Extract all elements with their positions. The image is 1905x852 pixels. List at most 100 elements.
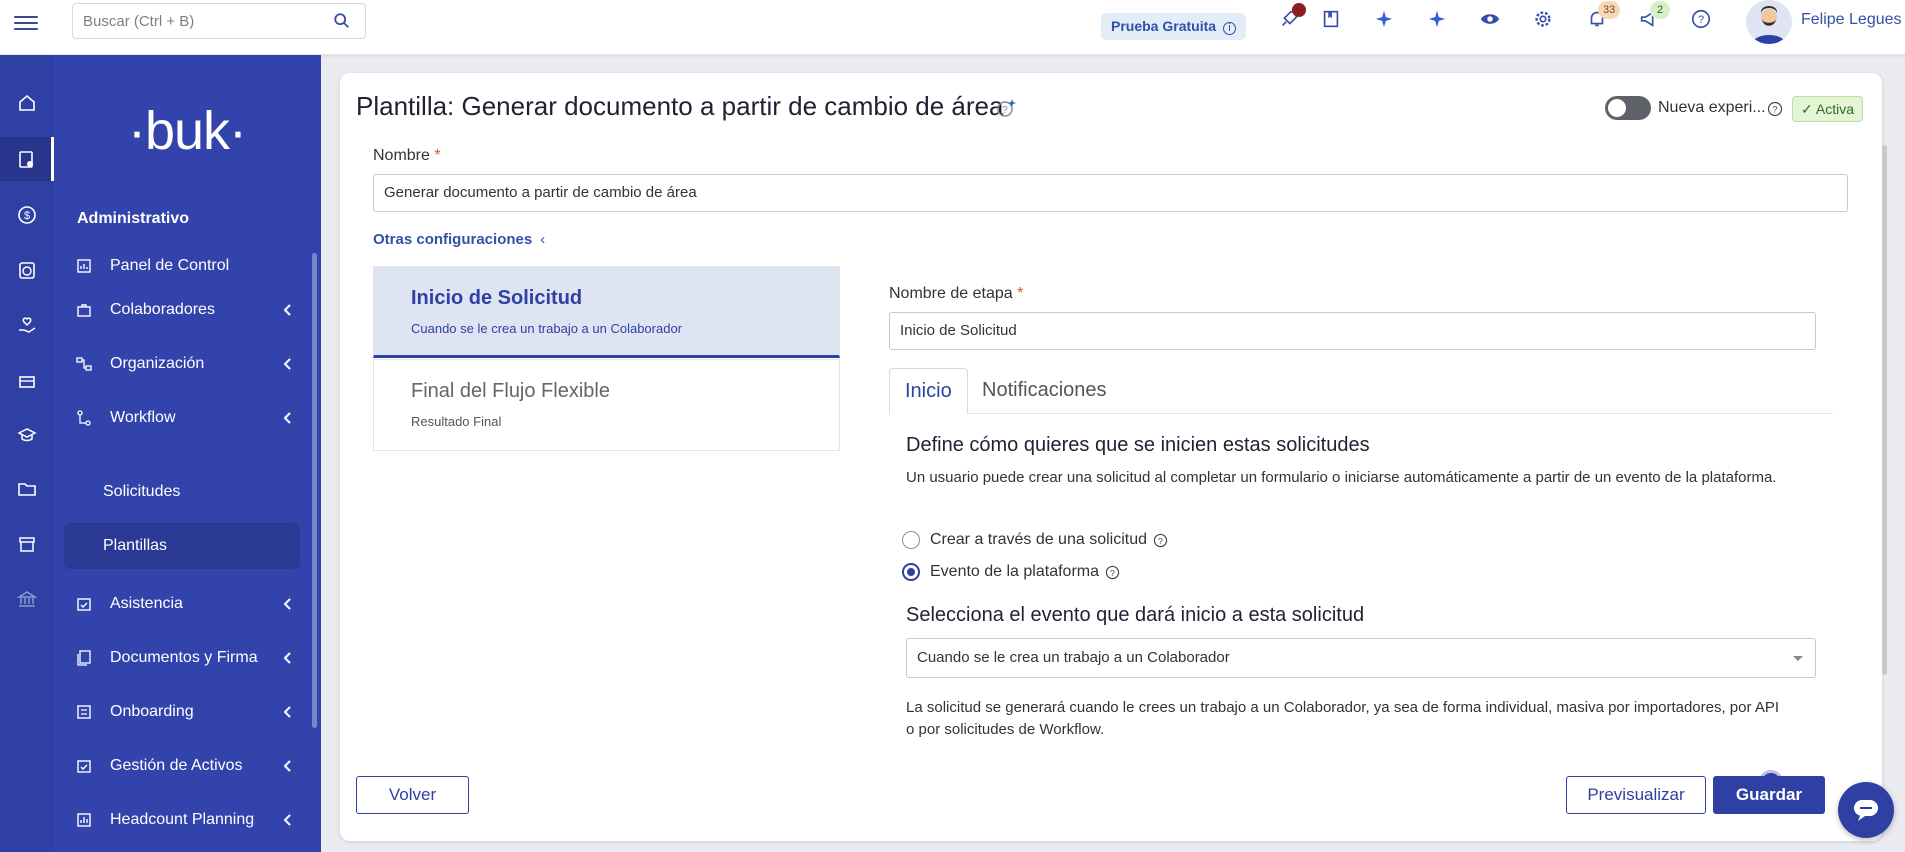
- event-description: La solicitud se generará cuando le crees…: [906, 699, 1780, 738]
- search-input[interactable]: [73, 4, 313, 38]
- sidebar-item-colaboradores[interactable]: Colaboradores: [64, 288, 304, 332]
- option-event[interactable]: Evento de la plataforma ?: [902, 563, 1120, 581]
- stage-item-inicio[interactable]: Inicio de Solicitud Cuando se le crea un…: [373, 266, 840, 358]
- help-icon[interactable]: ?: [1105, 565, 1120, 580]
- content-scrollbar[interactable]: [1882, 145, 1887, 675]
- top-bar: Prueba Gratuita i 33 2 ? Felipe Legues: [0, 0, 1905, 55]
- graduation-icon[interactable]: [0, 413, 54, 457]
- tab-inicio[interactable]: Inicio: [889, 368, 968, 414]
- other-settings-link[interactable]: Otras configuraciones ‹: [373, 231, 545, 248]
- preview-button[interactable]: Previsualizar: [1566, 776, 1706, 814]
- user-name[interactable]: Felipe Legues: [1801, 11, 1902, 29]
- stage-name: Final del Flujo Flexible: [411, 380, 610, 402]
- dollar-icon[interactable]: $: [0, 193, 54, 237]
- org-chart-icon: [76, 357, 92, 371]
- megaphone-icon[interactable]: 2: [1638, 1, 1670, 34]
- option-request-label: Crear a través de una solicitud: [930, 531, 1147, 548]
- clipboard-icon[interactable]: [0, 137, 54, 181]
- stage-item-final[interactable]: Final del Flujo Flexible Resultado Final: [373, 359, 840, 451]
- sparkle-icon[interactable]: [1373, 8, 1399, 34]
- sidebar-item-panel-de-control[interactable]: Panel de Control: [64, 244, 304, 288]
- start-heading: Define cómo quieres que se inicien estas…: [906, 434, 1370, 456]
- alert-dot: [1292, 3, 1306, 17]
- chevron-left-icon: [283, 598, 291, 610]
- stage-description: Resultado Final: [411, 414, 502, 429]
- stage-description: Cuando se le crea un trabajo a un Colabo…: [411, 321, 683, 336]
- sidebar-item-label: Onboarding: [110, 703, 194, 720]
- gear-icon[interactable]: [1532, 8, 1558, 34]
- asset-icon: [77, 760, 91, 773]
- chevron-left-icon: [283, 814, 291, 826]
- chat-button[interactable]: [1838, 782, 1894, 838]
- stage-name-label: Nombre de etapa *: [889, 285, 1023, 303]
- stage-name-input[interactable]: Inicio de Solicitud: [889, 312, 1816, 350]
- check-circle-icon: ✓: [1801, 101, 1813, 117]
- hand-heart-icon[interactable]: [0, 303, 54, 347]
- help-icon[interactable]: ?: [1690, 8, 1716, 34]
- checklist-icon: [77, 705, 91, 719]
- sidebar-subitem-label: Solicitudes: [103, 483, 181, 500]
- back-button[interactable]: Volver: [356, 776, 469, 814]
- sidebar: ·buk· Administrativo Panel de Control Co…: [54, 55, 321, 852]
- svg-text:?: ?: [1772, 105, 1777, 115]
- new-experience-toggle[interactable]: [1605, 96, 1651, 120]
- ai-sparkle-icon[interactable]: [1426, 8, 1452, 34]
- sidebar-item-onboarding[interactable]: Onboarding: [64, 690, 304, 734]
- svg-text:?: ?: [1158, 535, 1163, 545]
- help-icon[interactable]: ?: [1767, 101, 1783, 117]
- chat-bubble-icon: [1854, 800, 1878, 821]
- chevron-left-icon: [283, 304, 291, 316]
- store-icon[interactable]: [0, 522, 54, 566]
- sidebar-item-asistencia[interactable]: Asistencia: [64, 582, 304, 626]
- new-experience-label: Nueva experi...: [1658, 99, 1766, 116]
- eye-icon[interactable]: [1479, 8, 1505, 34]
- template-name-input[interactable]: Generar documento a partir de cambio de …: [373, 174, 1848, 212]
- save-button[interactable]: Guardar: [1713, 776, 1825, 814]
- ai-help-icon[interactable]: ?: [996, 98, 1016, 118]
- option-request[interactable]: Crear a través de una solicitud ?: [902, 531, 1168, 549]
- tab-notificaciones[interactable]: Notificaciones: [967, 368, 1122, 414]
- bank-icon[interactable]: [0, 577, 54, 621]
- calendar-check-icon: [77, 598, 91, 611]
- sidebar-subitem-solicitudes[interactable]: Solicitudes: [64, 469, 300, 515]
- search-box[interactable]: [72, 3, 366, 39]
- status-label: Activa: [1815, 101, 1854, 117]
- chevron-left-icon: [283, 706, 291, 718]
- stage-name: Inicio de Solicitud: [411, 287, 583, 309]
- rocket-icon[interactable]: [1278, 3, 1306, 34]
- trial-badge[interactable]: Prueba Gratuita i: [1101, 13, 1246, 40]
- radio-request[interactable]: [902, 531, 920, 549]
- avatar[interactable]: [1746, 0, 1792, 44]
- help-icon[interactable]: ?: [1153, 533, 1168, 548]
- menu-icon[interactable]: [14, 12, 38, 36]
- sidebar-scrollbar[interactable]: [312, 253, 317, 728]
- event-heading: Selecciona el evento que dará inicio a e…: [906, 604, 1365, 626]
- clock-icon[interactable]: [0, 248, 54, 292]
- event-select[interactable]: Cuando se le crea un trabajo a un Colabo…: [906, 638, 1816, 678]
- chevron-left-icon: [283, 760, 291, 772]
- template-editor-card: Plantilla: Generar documento a partir de…: [340, 73, 1887, 841]
- name-label-text: Nombre: [373, 147, 430, 164]
- sidebar-item-label: Workflow: [110, 409, 176, 426]
- sidebar-subitem-plantillas[interactable]: Plantillas: [64, 523, 300, 569]
- planning-icon: [77, 813, 91, 827]
- sidebar-section-title: Administrativo: [77, 210, 190, 227]
- sidebar-item-documentos-y-firma[interactable]: Documentos y Firma: [64, 636, 304, 680]
- sidebar-item-label: Panel de Control: [110, 257, 230, 274]
- sidebar-item-organizacion[interactable]: Organización: [64, 342, 304, 386]
- sidebar-item-label: Organización: [110, 355, 205, 372]
- home-icon[interactable]: [0, 81, 54, 125]
- buk-logo[interactable]: ·buk·: [128, 100, 247, 162]
- search-icon[interactable]: [333, 12, 351, 30]
- sidebar-item-headcount-planning[interactable]: Headcount Planning: [64, 798, 304, 842]
- folder-icon[interactable]: [0, 467, 54, 511]
- sidebar-item-gestion-de-activos[interactable]: Gestión de Activos: [64, 744, 304, 788]
- chevron-left-icon: [283, 358, 291, 370]
- sidebar-item-workflow[interactable]: Workflow: [64, 396, 304, 440]
- radio-event[interactable]: [902, 563, 920, 581]
- bell-icon[interactable]: 33: [1586, 1, 1621, 34]
- svg-text:?: ?: [1110, 567, 1115, 577]
- other-settings-label: Otras configuraciones: [373, 231, 533, 248]
- book-icon[interactable]: [1320, 8, 1346, 34]
- gift-icon[interactable]: [0, 358, 54, 402]
